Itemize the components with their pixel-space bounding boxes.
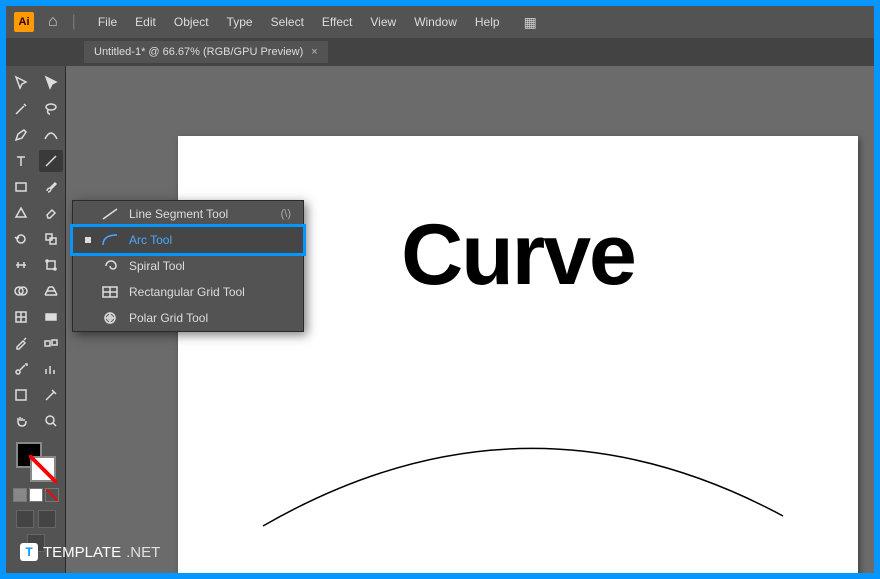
shaper-tool[interactable] <box>9 202 33 224</box>
flyout-rect-grid[interactable]: Rectangular Grid Tool <box>73 279 303 305</box>
width-tool[interactable] <box>9 254 33 276</box>
flyout-spiral[interactable]: Spiral Tool <box>73 253 303 279</box>
workspace-switcher-icon[interactable]: ▦ <box>524 14 537 31</box>
flyout-label: Spiral Tool <box>129 259 185 273</box>
menu-select[interactable]: Select <box>271 15 304 29</box>
free-transform-tool[interactable] <box>39 254 63 276</box>
pen-tool[interactable] <box>9 124 33 146</box>
paintbrush-tool[interactable] <box>39 176 63 198</box>
menu-effect[interactable]: Effect <box>322 15 352 29</box>
document-tab-bar: Untitled-1* @ 66.67% (RGB/GPU Preview) × <box>6 38 874 66</box>
flyout-label: Arc Tool <box>129 233 172 247</box>
shape-builder-tool[interactable] <box>9 280 33 302</box>
app-logo-icon: Ai <box>14 12 34 32</box>
color-swatch[interactable] <box>13 488 27 502</box>
stroke-swatch[interactable] <box>30 456 56 482</box>
selection-tool[interactable] <box>9 72 33 94</box>
canvas-text: Curve <box>401 206 635 305</box>
mesh-tool[interactable] <box>9 306 33 328</box>
document-tab[interactable]: Untitled-1* @ 66.67% (RGB/GPU Preview) × <box>84 41 328 63</box>
home-icon[interactable]: ⌂ <box>48 13 58 31</box>
draw-behind-icon[interactable] <box>38 510 56 528</box>
slice-tool[interactable] <box>39 384 63 406</box>
watermark-suffix: .NET <box>126 544 160 561</box>
eraser-tool[interactable] <box>39 202 63 224</box>
flyout-label: Rectangular Grid Tool <box>129 285 245 299</box>
perspective-grid-tool[interactable] <box>39 280 63 302</box>
close-icon[interactable]: × <box>311 46 317 58</box>
watermark-brand: TEMPLATE <box>43 544 121 561</box>
flyout-label: Line Segment Tool <box>129 207 228 221</box>
flyout-label: Polar Grid Tool <box>129 311 208 325</box>
magic-wand-tool[interactable] <box>9 98 33 120</box>
line-segment-tool[interactable] <box>39 150 63 172</box>
main-area: Curve Line Segment Tool (\) Arc Tool Spi… <box>6 66 874 573</box>
tab-label: Untitled-1* @ 66.67% (RGB/GPU Preview) <box>94 46 303 58</box>
flyout-polar-grid[interactable]: Polar Grid Tool <box>73 305 303 331</box>
menu-type[interactable]: Type <box>227 15 253 29</box>
flyout-line-segment[interactable]: Line Segment Tool (\) <box>73 201 303 227</box>
curvature-tool[interactable] <box>39 124 63 146</box>
type-tool[interactable] <box>9 150 33 172</box>
draw-normal-icon[interactable] <box>16 510 34 528</box>
gradient-tool[interactable] <box>39 306 63 328</box>
column-graph-tool[interactable] <box>39 358 63 380</box>
rectangle-tool[interactable] <box>9 176 33 198</box>
hand-tool[interactable] <box>9 410 33 432</box>
divider: | <box>72 13 76 31</box>
symbol-sprayer-tool[interactable] <box>9 358 33 380</box>
lasso-tool[interactable] <box>39 98 63 120</box>
rotate-tool[interactable] <box>9 228 33 250</box>
flyout-shortcut: (\) <box>281 208 291 220</box>
artboard-tool[interactable] <box>9 384 33 406</box>
menu-view[interactable]: View <box>370 15 396 29</box>
gradient-swatch[interactable] <box>29 488 43 502</box>
arc-path <box>253 416 793 536</box>
color-mode-swatches <box>13 488 59 502</box>
menu-edit[interactable]: Edit <box>135 15 156 29</box>
menu-window[interactable]: Window <box>414 15 457 29</box>
zoom-tool[interactable] <box>39 410 63 432</box>
main-menu: File Edit Object Type Select Effect View… <box>98 15 500 29</box>
flyout-arc[interactable]: Arc Tool <box>73 227 303 253</box>
none-swatch[interactable] <box>45 488 59 502</box>
blend-tool[interactable] <box>39 332 63 354</box>
fill-stroke-swatches[interactable] <box>16 442 56 482</box>
menu-file[interactable]: File <box>98 15 117 29</box>
menu-help[interactable]: Help <box>475 15 500 29</box>
toolbox <box>6 66 66 573</box>
titlebar: Ai ⌂ | File Edit Object Type Select Effe… <box>6 6 874 38</box>
menu-object[interactable]: Object <box>174 15 209 29</box>
watermark-logo-icon: T <box>20 543 38 561</box>
line-tool-flyout: Line Segment Tool (\) Arc Tool Spiral To… <box>72 200 304 332</box>
selected-dot-icon <box>85 237 91 243</box>
draw-mode-icons <box>16 510 56 528</box>
direct-selection-tool[interactable] <box>39 72 63 94</box>
app-window: Ai ⌂ | File Edit Object Type Select Effe… <box>6 6 874 573</box>
scale-tool[interactable] <box>39 228 63 250</box>
eyedropper-tool[interactable] <box>9 332 33 354</box>
watermark: T TEMPLATE .NET <box>20 543 160 561</box>
